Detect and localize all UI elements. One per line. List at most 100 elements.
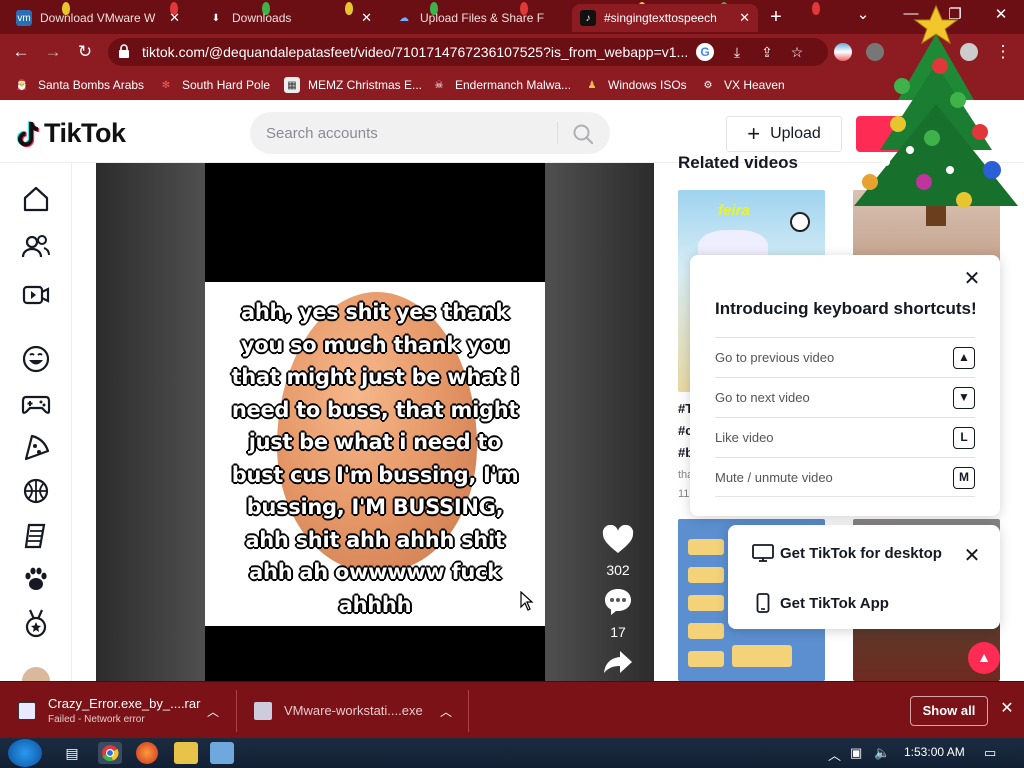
- download-filename: VMware-workstati....exe: [284, 703, 423, 718]
- close-icon[interactable]: ✕: [998, 698, 1016, 722]
- bookmark-item[interactable]: ⚙ VX Heaven: [700, 76, 785, 94]
- google-lens-icon[interactable]: G: [696, 43, 714, 61]
- new-tab-button[interactable]: +: [764, 6, 788, 30]
- tiktok-logo[interactable]: TikTok: [16, 118, 126, 149]
- christmas-tree-decoration: [854, 4, 1018, 226]
- chrome-taskbar-icon[interactable]: [98, 742, 122, 764]
- following-icon[interactable]: [20, 231, 52, 263]
- shortcut-label: Like video: [715, 430, 774, 445]
- taskbar-clock[interactable]: 1:53:00 AM: [904, 745, 965, 759]
- plus-icon: +: [747, 121, 761, 146]
- sports-medal-icon[interactable]: [20, 607, 52, 639]
- scroll-to-top-button[interactable]: ▲: [968, 642, 1000, 674]
- install-icon[interactable]: ⤓: [728, 43, 746, 61]
- video-player[interactable]: ahh, yes shit yes thank you so much than…: [96, 163, 654, 681]
- keyboard-shortcuts-title: Introducing keyboard shortcuts!: [715, 299, 977, 318]
- chevron-up-icon[interactable]: ︿: [207, 703, 219, 720]
- shortcut-row-next: Go to next video ▼: [715, 377, 975, 417]
- share-icon[interactable]: ⇪: [758, 43, 776, 61]
- food-icon[interactable]: [20, 431, 52, 463]
- soccer-ball-icon: [790, 212, 810, 232]
- reload-button[interactable]: ↻: [72, 40, 98, 64]
- video-frame[interactable]: ahh, yes shit yes thank you so much than…: [205, 163, 545, 681]
- download-icon: ⬇: [211, 12, 221, 24]
- get-tiktok-app-link[interactable]: Get TikTok App: [752, 591, 889, 615]
- bookmark-item[interactable]: ☠ Endermanch Malwa...: [431, 76, 572, 94]
- task-view-icon[interactable]: ▤: [60, 742, 84, 764]
- close-icon[interactable]: ✕: [739, 10, 750, 26]
- related-views: 11: [678, 488, 690, 500]
- show-all-downloads-button[interactable]: Show all: [910, 696, 988, 726]
- search-icon[interactable]: [572, 123, 594, 145]
- tray-chevron-icon[interactable]: ︿: [828, 745, 841, 764]
- gear-icon: ⚙: [703, 79, 713, 91]
- beauty-icon[interactable]: [20, 519, 52, 551]
- tab-tiktok[interactable]: ♪ #singingtexttospeech ✕: [572, 4, 758, 32]
- tab-vmware[interactable]: vm Download VMware W ✕: [8, 4, 188, 32]
- tiktok-icon: ♪: [580, 10, 596, 26]
- start-button[interactable]: [8, 739, 42, 767]
- arrow-up-key-icon: ▲: [953, 347, 975, 369]
- m-key-icon: M: [953, 467, 975, 489]
- tab-upload-files[interactable]: ☁ Upload Files & Share F: [388, 4, 568, 32]
- desktop-icon: [752, 542, 774, 564]
- url-text[interactable]: tiktok.com/@dequandalepatasfeet/video/71…: [142, 44, 688, 60]
- volume-icon[interactable]: 🔈: [874, 745, 890, 761]
- gaming-icon[interactable]: [20, 387, 52, 419]
- like-count: 302: [606, 562, 630, 578]
- file-explorer-icon[interactable]: [174, 742, 198, 764]
- cloud-icon: ☁: [399, 12, 409, 24]
- bookmark-item[interactable]: ♟ Windows ISOs: [584, 76, 687, 94]
- shortcut-row-previous: Go to previous video ▲: [715, 337, 975, 377]
- divider: [468, 690, 469, 732]
- forward-button[interactable]: →: [40, 40, 66, 64]
- share-arrow-icon: [604, 651, 632, 673]
- avatar[interactable]: [22, 667, 50, 681]
- back-button[interactable]: ←: [8, 40, 34, 64]
- tab-downloads[interactable]: ⬇ Downloads ✕: [200, 4, 380, 32]
- downloads-shelf: Crazy_Error.exe_by_....rar Failed - Netw…: [0, 681, 1024, 738]
- upload-label: Upload: [770, 125, 821, 142]
- bookmark-item[interactable]: 🎅 Santa Bombs Arabs: [14, 76, 144, 94]
- shortcut-label: Go to next video: [715, 390, 810, 405]
- video-caption-text: ahh, yes shit yes thank you so much than…: [231, 300, 519, 617]
- chevron-up-icon[interactable]: ︿: [440, 703, 452, 720]
- comment-count: 17: [610, 624, 626, 640]
- bookmark-item[interactable]: ✻ South Hard Pole: [158, 76, 270, 94]
- comment-button[interactable]: 17: [596, 587, 640, 640]
- search-input[interactable]: [266, 122, 546, 144]
- download-status: Failed - Network error: [48, 714, 145, 725]
- notifications-icon[interactable]: ▭: [984, 745, 996, 761]
- exe-file-icon: [254, 701, 272, 720]
- omnibox[interactable]: tiktok.com/@dequandalepatasfeet/video/71…: [108, 38, 828, 66]
- bookmark-star-icon[interactable]: ☆: [788, 43, 806, 61]
- bookmark-label: South Hard Pole: [182, 78, 271, 92]
- bookmark-label: VX Heaven: [724, 78, 785, 92]
- bookmark-item[interactable]: ▦ MEMZ Christmas E...: [284, 76, 422, 94]
- close-icon[interactable]: ✕: [361, 10, 372, 26]
- close-icon[interactable]: ✕: [962, 543, 982, 568]
- shortcut-row-mute: Mute / unmute video M: [715, 457, 975, 497]
- bookmark-label: Endermanch Malwa...: [455, 78, 572, 92]
- close-icon[interactable]: ✕: [962, 269, 982, 289]
- bookmark-label: Windows ISOs: [608, 78, 687, 92]
- download-item-crazy-error[interactable]: Crazy_Error.exe_by_....rar Failed - Netw…: [18, 682, 200, 739]
- close-icon[interactable]: ✕: [169, 10, 180, 26]
- lock-icon[interactable]: [118, 44, 130, 58]
- app-taskbar-icon[interactable]: [210, 742, 234, 764]
- firefox-taskbar-icon[interactable]: [136, 742, 158, 764]
- upload-button[interactable]: + Upload: [726, 116, 842, 152]
- comedy-icon[interactable]: [20, 343, 52, 375]
- get-desktop-label: Get TikTok for desktop: [780, 544, 942, 562]
- like-button[interactable]: 302: [596, 524, 640, 578]
- network-icon[interactable]: ▣: [850, 745, 862, 761]
- home-icon[interactable]: [20, 183, 52, 215]
- share-button[interactable]: [596, 649, 640, 680]
- vmware-icon: vm: [16, 10, 32, 26]
- animals-icon[interactable]: [20, 563, 52, 595]
- sports-icon[interactable]: [20, 475, 52, 507]
- download-item-vmware[interactable]: VMware-workstati....exe: [254, 682, 423, 739]
- snowflake-icon: ✻: [161, 79, 171, 91]
- live-icon[interactable]: [20, 279, 52, 311]
- get-tiktok-desktop-link[interactable]: Get TikTok for desktop: [752, 541, 942, 565]
